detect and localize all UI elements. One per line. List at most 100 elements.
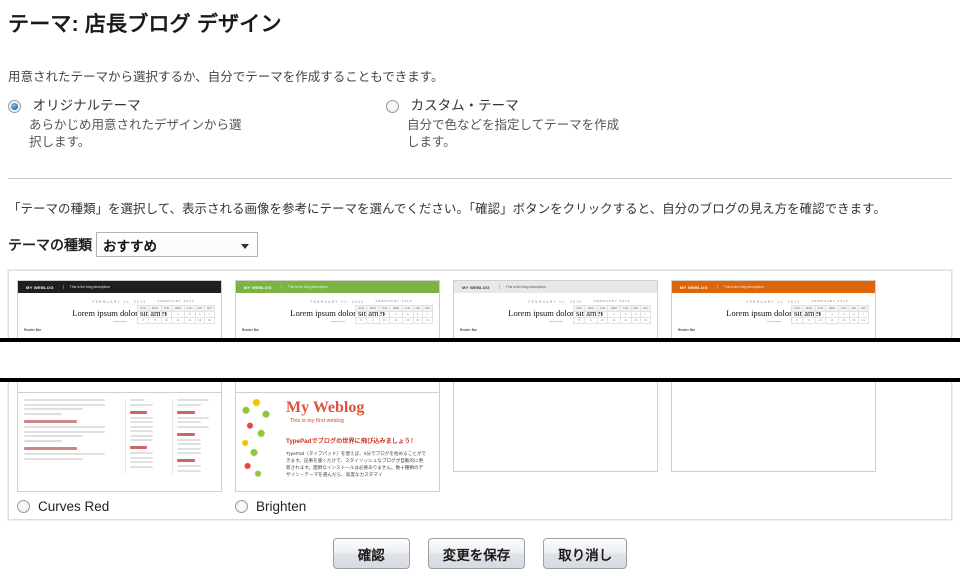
flower-vine-decoration-icon — [238, 393, 278, 489]
chevron-down-icon — [236, 236, 254, 254]
preview-rule — [548, 321, 563, 322]
preview-calendar: FEBRUARY 2010 SUN MON TUE WED THU FRI SA… — [136, 299, 216, 324]
cal-day: 13 — [630, 317, 641, 324]
preview-calendar: FEBRUARY 2010 SUN MON TUE WED THU FRI SA… — [354, 299, 434, 324]
preview-main-column — [24, 399, 120, 474]
cal-day: 14 — [203, 317, 216, 324]
cancel-button[interactable]: 取り消し — [543, 538, 628, 569]
cal-day: 11 — [171, 317, 185, 324]
preview-body: FEBRUARY 11, 2010 Lorem ipsum dolor sit … — [236, 293, 439, 332]
preview-body: FEBRUARY 11, 2010 Lorem ipsum dolor sit … — [18, 293, 221, 332]
cal-day: 13 — [194, 317, 205, 324]
cal-day: 9 — [802, 317, 816, 324]
preview-tagline: This is the blog description — [716, 285, 764, 289]
preview-calendar-title: FEBRUARY 2010 — [811, 299, 849, 303]
theme-gallery-grid: MY WEBLOG This is the blog description F… — [17, 280, 943, 514]
preview-body: FEBRUARY 11, 2010 Lorem ipsum dolor sit … — [454, 293, 657, 332]
confirm-button[interactable]: 確認 — [332, 538, 410, 569]
preview-promo-heading: TypePadでブログの世界に飛び込みましょう！ — [286, 438, 417, 445]
cal-day: 9 — [148, 317, 162, 324]
preview-calendar: FEBRUARY 2010 SUN MON TUE WED THU FRI SA… — [572, 299, 652, 324]
theme-preview-mock: My Weblog This is my first weblog TypePa… — [236, 393, 439, 491]
preview-byline: Reader Bar — [678, 328, 696, 332]
preview-blog-title: My Weblog — [286, 399, 365, 416]
preview-tagline: This is the blog description — [62, 285, 110, 289]
preview-body: FEBRUARY 11, 2010 Lorem ipsum dolor sit … — [672, 293, 875, 332]
radio-original-theme-description: あらかじめ用意されたデザインから選択します。 — [29, 118, 242, 149]
page-title: テーマ: 店長ブログ デザイン — [8, 13, 282, 36]
cal-day: 13 — [412, 317, 423, 324]
theme-thumbnail[interactable] — [17, 392, 222, 492]
theme-kind-selected-value: おすすめ — [103, 238, 157, 254]
cal-day: 12 — [837, 317, 850, 324]
cal-day: 8 — [790, 317, 804, 324]
preview-byline: Reader Bar — [242, 328, 260, 332]
cal-day: 10 — [160, 317, 173, 324]
cal-day: 11 — [389, 317, 403, 324]
preview-byline: Reader Bar — [460, 328, 478, 332]
preview-byline: Reader Bar — [24, 328, 42, 332]
theme-thumbnail[interactable]: My Weblog This is my first weblog TypePa… — [235, 392, 440, 492]
preview-calendar-table: SUN MON TUE WED THU FRI SAT 1 2 3 4 5 6 … — [790, 305, 870, 324]
cal-day: 8 — [572, 317, 586, 324]
preview-rule — [330, 321, 345, 322]
preview-header-bar: MY WEBLOG This is the blog description — [236, 281, 439, 293]
preview-calendar-title: FEBRUARY 2010 — [593, 299, 631, 303]
cal-day: 12 — [401, 317, 414, 324]
occlusion-band — [0, 338, 960, 382]
preview-sidebar-2 — [172, 399, 215, 474]
cal-day: 8 — [136, 317, 150, 324]
preview-tagline: This is the blog description — [498, 285, 546, 289]
preview-logo: MY WEBLOG — [462, 284, 490, 290]
cal-day: 14 — [421, 317, 434, 324]
preview-post-title-0 — [24, 419, 77, 423]
cal-day: 8 — [354, 317, 368, 324]
cal-day: 11 — [825, 317, 839, 324]
preview-calendar-title: FEBRUARY 2010 — [375, 299, 413, 303]
theme-name-label: Curves Red — [38, 499, 110, 514]
radio-original-theme[interactable] — [8, 100, 21, 113]
theme-kind-row: テーマの種類 おすすめ — [8, 232, 258, 257]
preview-logo: MY WEBLOG — [244, 284, 272, 290]
intro-text: 用意されたテーマから選択するか、自分でテーマを作成することもできます。 — [8, 70, 444, 84]
preview-blog-subtitle: This is my first weblog — [290, 418, 344, 424]
preview-header-bar: MY WEBLOG This is the blog description — [18, 281, 221, 293]
preview-header-bar: MY WEBLOG This is the blog description — [672, 281, 875, 293]
theme-settings-page: テーマ: 店長ブログ デザイン 用意されたテーマから選択するか、自分でテーマを作… — [0, 0, 960, 580]
cal-day: 12 — [619, 317, 632, 324]
form-actions: 確認 変更を保存 取り消し — [0, 538, 960, 569]
preview-tagline: This is the blog description — [280, 285, 328, 289]
preview-rule — [766, 321, 781, 322]
radio-theme-brighten[interactable] — [235, 500, 248, 513]
preview-rule — [112, 321, 127, 322]
radio-custom-theme[interactable] — [386, 100, 399, 113]
theme-caption[interactable]: Brighten — [235, 499, 440, 514]
theme-mode-option-original[interactable]: オリジナルテーマ あらかじめ用意されたデザインから選択します。 — [8, 98, 368, 151]
theme-kind-select[interactable]: おすすめ — [96, 232, 258, 257]
radio-theme-curves-red[interactable] — [17, 500, 30, 513]
section-divider — [8, 178, 952, 179]
theme-name-label: Brighten — [256, 499, 307, 514]
cal-day: 12 — [183, 317, 196, 324]
preview-calendar: FEBRUARY 2010 SUN MON TUE WED THU FRI SA… — [790, 299, 870, 324]
theme-kind-label: テーマの種類 — [8, 236, 92, 253]
theme-gallery-panel: MY WEBLOG This is the blog description F… — [7, 269, 953, 521]
save-changes-button[interactable]: 変更を保存 — [427, 538, 526, 569]
cal-day: 11 — [607, 317, 621, 324]
cal-day: 10 — [378, 317, 391, 324]
cal-day: 14 — [857, 317, 870, 324]
theme-card[interactable]: My Weblog This is my first weblog TypePa… — [235, 392, 440, 514]
theme-caption[interactable]: Curves Red — [17, 499, 222, 514]
radio-original-theme-label: オリジナルテーマ — [32, 98, 141, 113]
preview-calendar-table: SUN MON TUE WED THU FRI SAT 1 2 3 4 5 6 … — [136, 305, 216, 324]
cal-day: 14 — [639, 317, 652, 324]
cal-day: 10 — [596, 317, 609, 324]
cal-day: 9 — [584, 317, 598, 324]
radio-custom-theme-description: 自分で色などを指定してテーマを作成します。 — [407, 118, 620, 149]
preview-calendar-table: SUN MON TUE WED THU FRI SAT 1 2 3 4 5 6 … — [354, 305, 434, 324]
preview-calendar-table: SUN MON TUE WED THU FRI SAT 1 2 3 4 5 6 … — [572, 305, 652, 324]
theme-mode-option-custom[interactable]: カスタム・テーマ 自分で色などを指定してテーマを作成します。 — [386, 98, 766, 151]
preview-sidebar-1 — [124, 399, 168, 474]
instruction-text: 「テーマの種類」を選択して、表示される画像を参考にテーマを選んでください。「確認… — [8, 202, 886, 216]
theme-card[interactable]: Curves Red — [17, 392, 222, 514]
